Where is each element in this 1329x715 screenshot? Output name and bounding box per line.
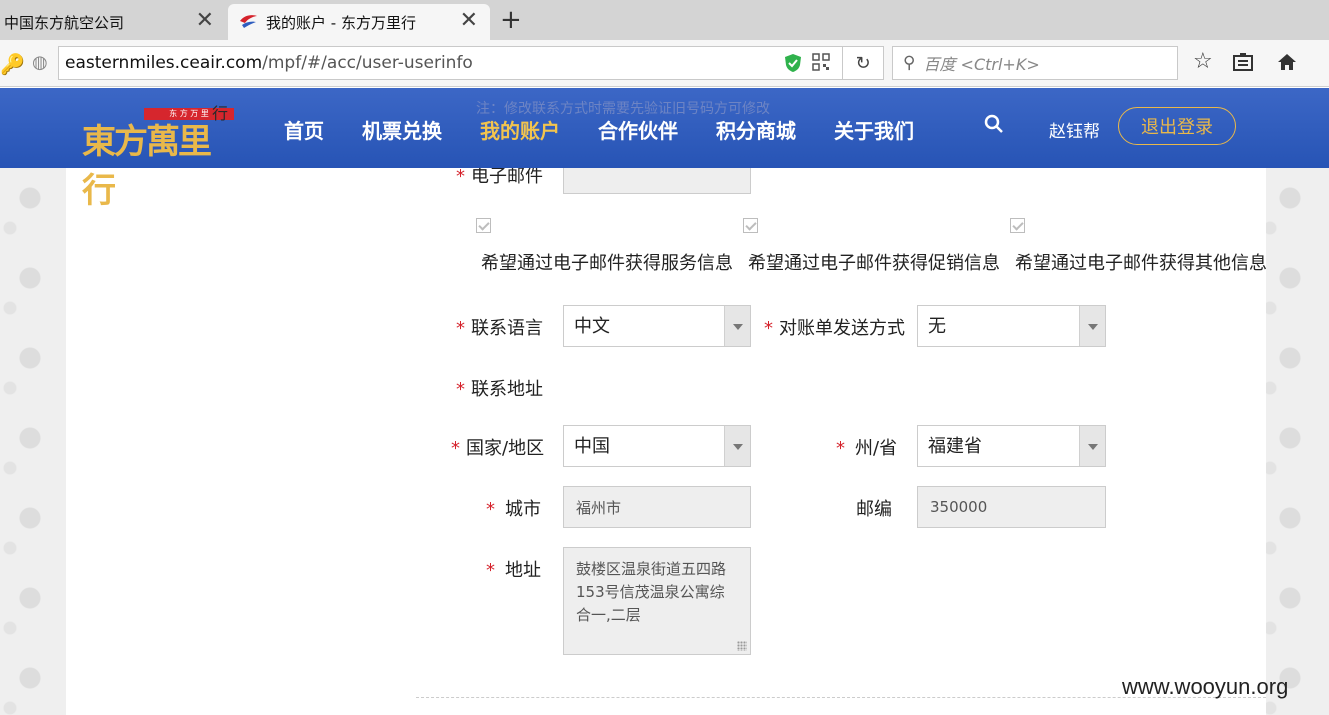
home-icon[interactable] [1277, 52, 1297, 72]
checkbox-other-info[interactable] [1010, 218, 1025, 233]
language-select[interactable]: 中文 [563, 305, 751, 347]
address-label: * 地址 [486, 560, 541, 581]
address-value: 鼓楼区温泉街道五四路153号信茂温泉公寓综合一,二层 [576, 560, 727, 624]
watermark: www.wooyun.org [1122, 674, 1289, 699]
logo-text: 東方萬里行 [82, 122, 212, 211]
logout-button[interactable]: 退出登录 [1118, 107, 1236, 145]
reading-list-icon[interactable] [1233, 53, 1253, 71]
province-label: * 州/省 [836, 438, 898, 459]
language-label: * 联系语言 [456, 318, 543, 339]
new-tab-icon[interactable]: + [500, 6, 522, 34]
reload-icon: ↻ [855, 52, 871, 74]
address-textarea[interactable]: 鼓楼区温泉街道五四路153号信茂温泉公寓综合一,二层 [563, 547, 751, 655]
checkbox-promo-label: 希望通过电子邮件获得促销信息 [748, 253, 1000, 274]
site-logo[interactable]: 東方萬里行 东 方 万 里 [82, 108, 234, 211]
url-host: easternmiles.ceair.com [65, 53, 263, 73]
nav-ticket-redeem[interactable]: 机票兑换 [362, 115, 442, 144]
qr-code-icon[interactable] [812, 53, 830, 71]
nav-partners[interactable]: 合作伙伴 [598, 115, 678, 144]
city-field[interactable]: 福州市 [563, 486, 751, 528]
statement-label: * 对账单发送方式 [764, 318, 905, 339]
address-bar: 🔑 ◍ easternmiles.ceair.com /mpf/#/acc/us… [0, 40, 1329, 87]
statement-select[interactable]: 无 [917, 305, 1106, 347]
nav-home[interactable]: 首页 [284, 115, 324, 144]
statement-value: 无 [928, 316, 946, 337]
tab-my-account[interactable]: 我的账户 - 东方万里行 ✕ [228, 4, 490, 40]
country-label: * 国家/地区 [451, 438, 545, 459]
reload-button[interactable]: ↻ [842, 46, 884, 80]
main-nav: 首页 机票兑换 我的账户 合作伙伴 积分商城 关于我们 [284, 115, 952, 144]
language-value: 中文 [574, 316, 610, 337]
search-icon: ⚲ [903, 53, 916, 73]
city-label: * 城市 [486, 499, 541, 520]
nav-points-mall[interactable]: 积分商城 [716, 115, 796, 144]
note-char: 行 [212, 104, 229, 123]
chevron-down-icon [724, 306, 750, 346]
search-placeholder: 百度 <Ctrl+K> [923, 55, 1040, 74]
zip-label: 邮编 [856, 499, 892, 520]
user-name[interactable]: 赵钰帮 [1049, 117, 1100, 142]
close-tab-icon[interactable]: ✕ [460, 10, 478, 32]
nav-about-us[interactable]: 关于我们 [834, 115, 914, 144]
chevron-down-icon [1079, 306, 1105, 346]
search-input[interactable]: ⚲ 百度 <Ctrl+K> [892, 46, 1178, 80]
bookmark-star-icon[interactable]: ☆ [1193, 49, 1213, 74]
chevron-down-icon [724, 426, 750, 466]
tab-ceair[interactable]: 中国东方航空公司 ✕ [0, 4, 226, 40]
tab-title: 我的账户 - 东方万里行 [266, 13, 416, 32]
url-input[interactable]: easternmiles.ceair.com /mpf/#/acc/user-u… [58, 46, 884, 80]
checkbox-other-label: 希望通过电子邮件获得其他信息 [1015, 253, 1267, 274]
site-search-icon[interactable] [984, 114, 1004, 134]
email-field[interactable] [563, 168, 751, 194]
tab-title: 中国东方航空公司 [4, 13, 125, 32]
nav-my-account[interactable]: 我的账户 [480, 115, 560, 144]
site-header: 東方萬里行 东 方 万 里 行 注：修改联系方式时需要先验证旧号码方可修改 首页… [0, 88, 1329, 211]
key-icon: 🔑 [0, 52, 25, 76]
checkbox-service-info[interactable] [476, 218, 491, 233]
close-tab-icon[interactable]: ✕ [196, 10, 214, 32]
country-value: 中国 [574, 436, 610, 457]
checkbox-promo-info[interactable] [743, 218, 758, 233]
address-section-label: * 联系地址 [456, 379, 543, 400]
ceair-favicon-icon [240, 15, 257, 28]
globe-icon: ◍ [32, 52, 48, 73]
url-path: /mpf/#/acc/user-userinfo [262, 53, 473, 73]
browser-tab-bar: 中国东方航空公司 ✕ 我的账户 - 东方万里行 ✕ + [0, 0, 1329, 40]
province-value: 福建省 [928, 436, 982, 457]
province-select[interactable]: 福建省 [917, 425, 1106, 467]
checkbox-service-label: 希望通过电子邮件获得服务信息 [481, 253, 733, 274]
required-mark: * [456, 166, 465, 187]
country-select[interactable]: 中国 [563, 425, 751, 467]
chevron-down-icon [1079, 426, 1105, 466]
zip-field[interactable]: 350000 [917, 486, 1106, 528]
shield-icon[interactable] [784, 53, 802, 73]
resize-handle-icon[interactable] [737, 641, 747, 651]
